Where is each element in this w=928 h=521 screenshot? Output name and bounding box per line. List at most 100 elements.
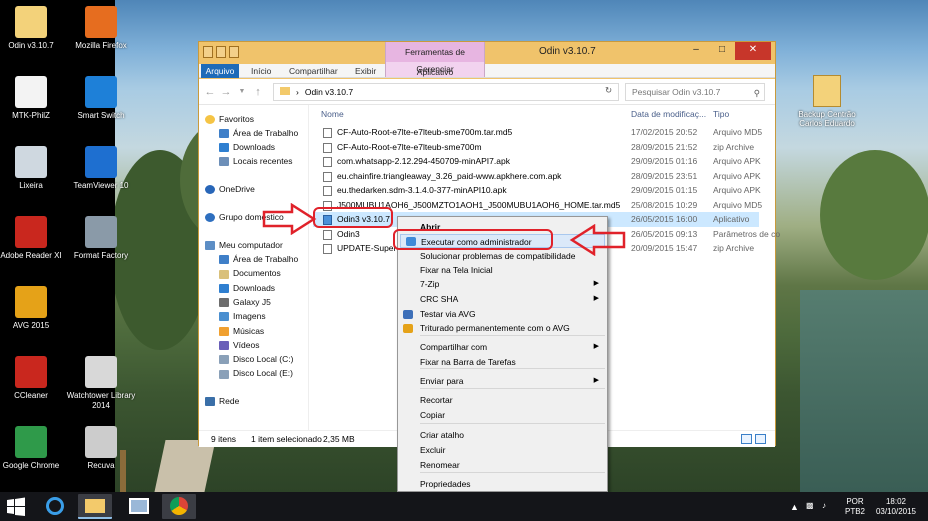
- nav-computador[interactable]: Meu computador: [205, 239, 283, 252]
- nav-onedrive[interactable]: OneDrive: [205, 183, 255, 196]
- nav-pc-item[interactable]: Área de Trabalho: [219, 253, 298, 266]
- clock-date: 03/10/2015: [875, 507, 917, 516]
- volume-tray-icon[interactable]: ♪: [822, 501, 826, 511]
- table-row[interactable]: com.whatsapp-2.12.294-450709-minAPI7.apk…: [313, 154, 761, 169]
- table-row[interactable]: CF-Auto-Root-e7lte-e7lteub-sme700m.tar.m…: [313, 125, 762, 140]
- desktop-icon[interactable]: Format Factory: [66, 216, 136, 261]
- desktop-icon[interactable]: Watchtower Library 2014: [66, 356, 136, 411]
- address-bar[interactable]: › Odin v3.10.7: [273, 83, 619, 101]
- desktop-icon-backup[interactable]: Backup Centrão Carlos Eduardo: [792, 75, 862, 128]
- tab-exibir[interactable]: Exibir: [355, 64, 376, 78]
- windows-start-icon[interactable]: [6, 497, 26, 517]
- minimize-button[interactable]: –: [683, 42, 709, 60]
- nav-downloads[interactable]: Downloads: [219, 141, 275, 154]
- column-header-type[interactable]: Tipo: [713, 109, 729, 119]
- desktop-icon[interactable]: Smart Switch: [66, 76, 136, 121]
- desktop-icon[interactable]: CCleaner: [0, 356, 66, 401]
- clock[interactable]: 18:02 03/10/2015: [872, 497, 920, 517]
- folder-icon[interactable]: [203, 46, 213, 58]
- desktop-icon-label: Lixeira: [19, 181, 43, 190]
- table-row[interactable]: CF-Auto-Root-e7lte-e7lteub-sme700m 28/09/…: [313, 140, 759, 155]
- contextual-tab-group: Ferramentas de Aplicativo Gerenciar: [385, 42, 485, 77]
- menu-item[interactable]: Enviar para ▶: [420, 374, 605, 388]
- tab-compartilhar[interactable]: Compartilhar: [289, 64, 338, 78]
- column-header-date[interactable]: Data de modificaç...: [631, 109, 706, 119]
- desktop-icon: [219, 129, 229, 139]
- table-row[interactable]: eu.thedarken.sdm-3.1.4.0-377-minAPI10.ap…: [313, 183, 761, 198]
- breadcrumb[interactable]: Odin v3.10.7: [305, 87, 353, 97]
- folder-icon: [280, 87, 290, 95]
- desktop-icon[interactable]: MTK-PhilZ: [0, 76, 66, 121]
- nav-pc-item[interactable]: Documentos: [219, 267, 281, 280]
- language-indicator[interactable]: POR PTB2: [842, 497, 868, 517]
- nav-locais[interactable]: Locais recentes: [219, 155, 293, 168]
- desktop-icon[interactable]: Google Chrome: [0, 426, 66, 471]
- refresh-icon[interactable]: ↻: [605, 85, 612, 96]
- desktop-icon[interactable]: Odin v3.10.7: [0, 6, 66, 51]
- desktop-icon[interactable]: Lixeira: [0, 146, 66, 191]
- nav-area-trabalho[interactable]: Área de Trabalho: [219, 127, 298, 140]
- menu-separator: [420, 368, 605, 369]
- desktop-icon[interactable]: Mozilla Firefox: [66, 6, 136, 51]
- tab-inicio[interactable]: Início: [251, 64, 271, 78]
- menu-item[interactable]: Criar atalho: [420, 428, 464, 442]
- menu-item[interactable]: Testar via AVG: [420, 307, 476, 321]
- menu-item[interactable]: Propriedades: [420, 477, 471, 491]
- file-date: 26/05/2015 09:13: [631, 228, 698, 239]
- menu-item[interactable]: Renomear: [420, 458, 460, 472]
- internet-explorer-icon[interactable]: [38, 494, 72, 519]
- menu-item[interactable]: Recortar: [420, 393, 453, 407]
- desktop-icon[interactable]: Adobe Reader XI: [0, 216, 66, 261]
- nav-favoritos[interactable]: Favoritos: [205, 113, 254, 126]
- tab-gerenciar[interactable]: Gerenciar: [386, 62, 484, 77]
- menu-item[interactable]: Triturado permanentemente com o AVG: [420, 321, 570, 335]
- taskbar: ▲ ▩ ♪ POR PTB2 18:02 03/10/2015: [0, 492, 928, 521]
- nav-label: Disco Local (E:): [233, 368, 293, 379]
- nav-pc-item[interactable]: Disco Local (E:): [219, 367, 293, 380]
- recent-dropdown-icon[interactable]: ▼: [235, 85, 249, 99]
- nav-label: Vídeos: [233, 339, 260, 350]
- menu-item-label: Excluir: [420, 445, 446, 455]
- menu-item[interactable]: Excluir: [420, 443, 446, 457]
- forward-arrow-icon[interactable]: →: [219, 85, 233, 99]
- drive-icon: [219, 355, 229, 365]
- desktop-icon[interactable]: TeamViewer 10: [66, 146, 136, 191]
- nav-pc-item[interactable]: Downloads: [219, 282, 275, 295]
- desktop-icon[interactable]: Recuva: [66, 426, 136, 471]
- network-tray-icon[interactable]: ▩: [806, 501, 814, 511]
- nav-pc-item[interactable]: Galaxy J5: [219, 296, 271, 309]
- desktop-icon[interactable]: AVG 2015: [0, 286, 66, 331]
- large-icons-view-icon[interactable]: [755, 434, 766, 444]
- tray-expand-icon[interactable]: ▲: [790, 502, 799, 512]
- computer-icon: [205, 241, 215, 251]
- nav-rede[interactable]: Rede: [205, 395, 239, 408]
- menu-item[interactable]: Fixar na Tela Inicial: [420, 263, 493, 277]
- table-row[interactable]: eu.chainfire.triangleaway_3.26_paid-www.…: [313, 169, 761, 184]
- file-explorer-icon[interactable]: [78, 494, 112, 519]
- nav-pc-item[interactable]: Disco Local (C:): [219, 353, 293, 366]
- back-arrow-icon[interactable]: ←: [203, 85, 217, 99]
- up-arrow-icon[interactable]: ↑: [251, 85, 265, 99]
- menu-item[interactable]: CRC SHA ▶: [420, 292, 605, 306]
- column-header-name[interactable]: Nome: [321, 109, 344, 119]
- menu-item[interactable]: Fixar na Barra de Tarefas: [420, 355, 516, 369]
- maximize-button[interactable]: □: [709, 42, 735, 60]
- search-input[interactable]: Pesquisar Odin v3.10.7 ⚲: [625, 83, 765, 101]
- remote-app-icon[interactable]: [122, 494, 156, 519]
- drive-icon: [219, 369, 229, 379]
- new-folder-icon[interactable]: [229, 46, 239, 58]
- menu-item[interactable]: Copiar: [420, 408, 445, 422]
- nav-pc-item[interactable]: Imagens: [219, 310, 266, 323]
- tab-arquivo[interactable]: Arquivo: [201, 64, 239, 78]
- properties-icon[interactable]: [216, 46, 226, 58]
- menu-item[interactable]: 7-Zip ▶: [420, 277, 605, 291]
- menu-item[interactable]: Solucionar problemas de compatibilidade: [420, 249, 575, 263]
- nav-pc-item[interactable]: Músicas: [219, 325, 264, 338]
- menu-item-label: Compartilhar com: [420, 342, 488, 352]
- title-bar[interactable]: Odin v3.10.7 – □ ✕: [199, 42, 775, 64]
- close-button[interactable]: ✕: [735, 42, 771, 60]
- menu-item[interactable]: Compartilhar com ▶: [420, 340, 605, 354]
- nav-pc-item[interactable]: Vídeos: [219, 339, 259, 352]
- chrome-icon[interactable]: [162, 494, 196, 519]
- details-view-icon[interactable]: [741, 434, 752, 444]
